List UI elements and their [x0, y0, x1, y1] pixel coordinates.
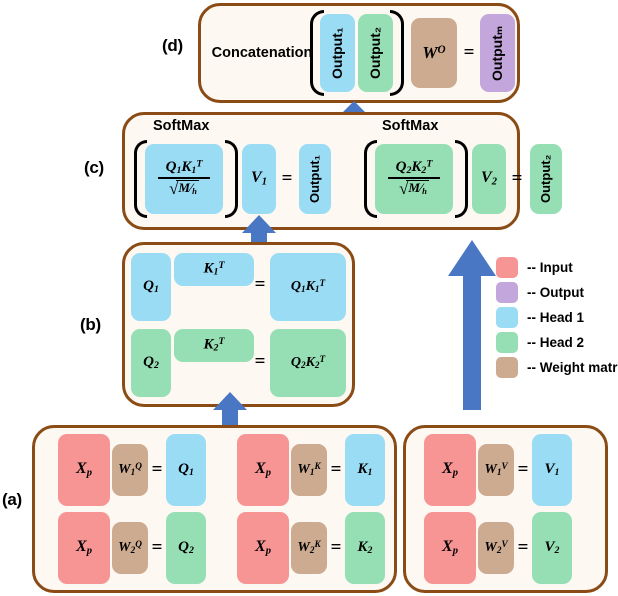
panel-label-a: (a)	[2, 490, 22, 509]
panel-a-q-row2-equals: =	[151, 537, 163, 558]
legend-swatch-weight-matrix	[496, 357, 518, 378]
panel-a-q-row1-input: Xp	[58, 434, 110, 506]
panel-c-v2: V2	[472, 144, 506, 214]
panel-a-q-row1-equals: =	[151, 459, 163, 480]
panel-a-v-row2-equals: =	[517, 537, 529, 558]
panel-b-k2t: K2T	[174, 329, 254, 362]
panel-d-weight-wo: WO	[411, 18, 457, 88]
panel-b-equals-row2: =	[254, 351, 266, 372]
panel-a-k-row2-result: K2	[345, 512, 385, 584]
softmax-bracket-right-head1	[225, 140, 238, 218]
legend-item-head-1: -- Head 1	[496, 305, 618, 330]
panel-a-v-row1-equals: =	[517, 459, 529, 480]
panel-a-q-row2-input: Xp	[58, 512, 110, 584]
panel-d-output1: Output₁	[320, 14, 355, 92]
legend-swatch-head-2	[496, 332, 518, 353]
panel-a-v-row2-weight: W2V	[478, 522, 514, 574]
panel-a-k-row1-equals: =	[330, 459, 342, 480]
panel-c-attention-head2: Q2K2T √ M⁄h	[375, 144, 453, 214]
panel-label-d: (d)	[162, 36, 183, 55]
panel-c-equals-head1: =	[281, 168, 293, 189]
panel-label-c: (c)	[84, 158, 104, 177]
panel-b-q2: Q2	[131, 329, 171, 397]
legend-label-weight-matrix: -- Weight matrix	[527, 360, 618, 375]
panel-a-k-row2-weight: W2K	[291, 522, 327, 574]
panel-a-v-row1-weight: W1V	[478, 444, 514, 496]
panel-a-k-row2-equals: =	[330, 537, 342, 558]
panel-a-q-row1-result: Q1	[166, 434, 206, 506]
panel-b-k1t: K1T	[174, 253, 254, 286]
panel-b-equals-row1: =	[254, 274, 266, 295]
panel-c-output2: Output₂	[530, 144, 562, 214]
panel-a-v-row1-input: Xp	[424, 434, 476, 506]
legend-label-head-1: -- Head 1	[527, 310, 585, 325]
panel-c-attention-head1: Q1K1T √ M⁄h	[145, 144, 223, 214]
panel-c-v1: V1	[242, 144, 276, 214]
panel-c-softmax-label-head2: SoftMax	[382, 118, 439, 134]
legend: -- Input -- Output -- Head 1 -- Head 2 -…	[496, 255, 618, 380]
legend-item-weight-matrix: -- Weight matrix	[496, 355, 618, 380]
legend-item-input: -- Input	[496, 255, 618, 280]
softmax-bracket-right-head2	[455, 140, 468, 218]
legend-swatch-output	[496, 282, 518, 303]
legend-label-head-2: -- Head 2	[527, 335, 585, 350]
legend-swatch-head-1	[496, 307, 518, 328]
legend-label-output: -- Output	[527, 285, 584, 300]
legend-item-head-2: -- Head 2	[496, 330, 618, 355]
process-flow-arrow	[448, 240, 496, 410]
panel-c-softmax-label-head1: SoftMax	[153, 118, 210, 134]
panel-a-v-row2-input: Xp	[424, 512, 476, 584]
panel-d-equals: =	[463, 42, 475, 63]
panel-b-q1: Q1	[131, 253, 171, 321]
panel-a-v-row2-result: V2	[532, 512, 572, 584]
panel-a-v-row1-result: V1	[532, 434, 572, 506]
panel-a-k-row1-weight: W1K	[291, 444, 327, 496]
panel-a-q-row1-weight: W1Q	[112, 444, 148, 496]
panel-c-output1: Output₁	[299, 144, 331, 214]
panel-a-q-row2-result: Q2	[166, 512, 206, 584]
panel-b-result2: Q2K2T	[270, 329, 346, 397]
panel-d-output2: Output₂	[358, 14, 393, 92]
panel-a-k-row1-input: Xp	[237, 434, 289, 506]
legend-label-input: -- Input	[527, 260, 573, 275]
panel-d-title: Concatenation	[211, 45, 313, 61]
panel-b-result1: Q1K1T	[270, 253, 346, 321]
panel-d-final-output: Outputₘ	[480, 14, 515, 92]
panel-label-b: (b)	[80, 315, 101, 334]
legend-swatch-input	[496, 257, 518, 278]
panel-c-equals-head2: =	[511, 168, 523, 189]
panel-a-k-row1-result: K1	[345, 434, 385, 506]
panel-a-k-row2-input: Xp	[237, 512, 289, 584]
legend-item-output: -- Output	[496, 280, 618, 305]
panel-a-q-row2-weight: W2Q	[112, 522, 148, 574]
